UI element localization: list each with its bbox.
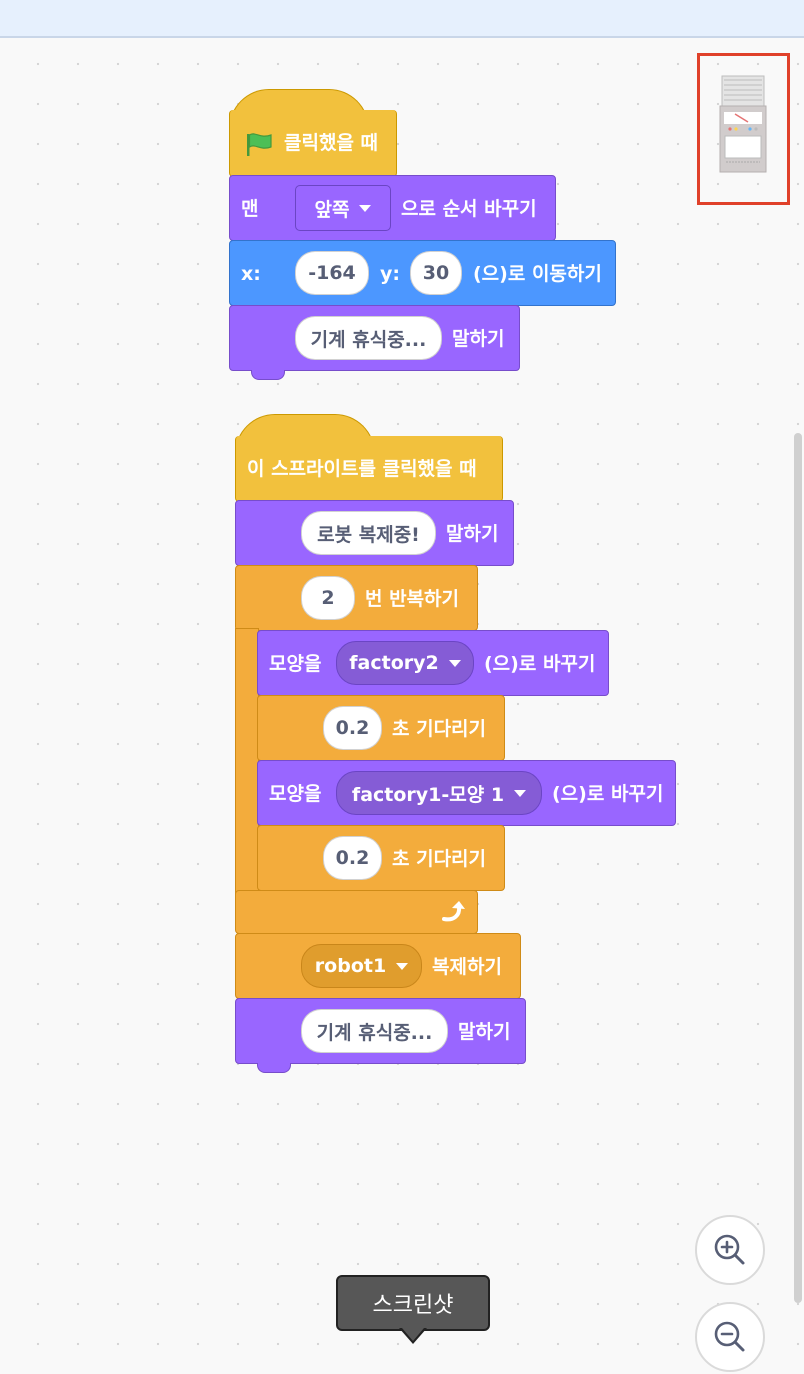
goto-suffix-label: (으)로 이동하기 (473, 263, 602, 285)
costume-dropdown[interactable]: factory1-모양 1 (336, 771, 542, 815)
tooltip-text: 스크린샷 (372, 1293, 454, 1318)
wait-seconds-input[interactable]: 0.2 (323, 706, 382, 750)
workspace-scrollbar[interactable] (794, 433, 802, 1303)
costume-prefix-label: 모양을 (269, 653, 322, 675)
green-flag-icon (247, 133, 272, 156)
front-suffix-label: 으로 순서 바꾸기 (401, 198, 537, 220)
say-suffix-label: 말하기 (458, 1021, 511, 1043)
repeat-block[interactable]: 2 번 반복하기 (235, 565, 478, 631)
y-input[interactable]: 30 (410, 251, 462, 295)
costume-suffix-label: (으)로 바꾸기 (552, 783, 664, 805)
when-flag-clicked-block[interactable]: 클릭했을 때 (229, 110, 397, 177)
say-text-input[interactable]: 로봇 복제중! (301, 511, 436, 555)
repeat-count-input[interactable]: 2 (301, 576, 355, 620)
zoom-in-icon (714, 1234, 745, 1265)
clone-target-text: robot1 (314, 955, 387, 977)
when-sprite-clicked-block[interactable]: 이 스프라이트를 클릭했을 때 (235, 436, 503, 502)
repeat-arm (235, 628, 259, 902)
costume-option-text: factory2 (349, 652, 439, 674)
block-notch (257, 1063, 291, 1073)
chevron-down-icon (448, 659, 461, 667)
zoom-out-button[interactable] (695, 1302, 765, 1372)
tooltip-arrow-inner (402, 1328, 424, 1341)
say-block[interactable]: 기계 휴식중... 말하기 (235, 998, 526, 1064)
repeat-bottom (235, 890, 478, 934)
say-suffix-label: 말하기 (452, 328, 505, 350)
x-input[interactable]: -164 (295, 251, 369, 295)
front-back-dropdown[interactable]: 앞쪽 (295, 185, 391, 231)
zoom-in-button[interactable] (695, 1215, 765, 1285)
clone-target-dropdown[interactable]: robot1 (301, 944, 422, 988)
say-block[interactable]: 기계 휴식중... 말하기 (229, 305, 520, 371)
chevron-down-icon (396, 962, 409, 970)
create-clone-block[interactable]: robot1 복제하기 (235, 933, 521, 999)
chevron-down-icon (514, 789, 527, 797)
go-to-xy-block[interactable]: x: -164 y: 30 (으)로 이동하기 (229, 240, 616, 306)
go-to-front-block[interactable]: 맨 앞쪽 으로 순서 바꾸기 (229, 175, 556, 241)
costume-prefix-label: 모양을 (269, 783, 322, 805)
wait-block[interactable]: 0.2 초 기다리기 (257, 825, 505, 891)
say-text-input[interactable]: 기계 휴식중... (295, 316, 442, 360)
say-text-input[interactable]: 기계 휴식중... (301, 1009, 448, 1053)
say-suffix-label: 말하기 (446, 523, 499, 545)
wait-suffix-label: 초 기다리기 (392, 718, 487, 740)
block-notch (251, 370, 285, 380)
wait-block[interactable]: 0.2 초 기다리기 (257, 695, 505, 761)
y-label: y: (380, 263, 400, 285)
clone-suffix-label: 복제하기 (432, 956, 502, 978)
wait-suffix-label: 초 기다리기 (392, 848, 487, 870)
say-block[interactable]: 로봇 복제중! 말하기 (235, 500, 514, 566)
x-label: x: (241, 263, 261, 285)
zoom-out-icon (714, 1321, 745, 1352)
loop-arrow-icon (442, 901, 465, 922)
hat-label: 클릭했을 때 (284, 132, 379, 154)
top-bar (0, 0, 804, 38)
front-option-text: 앞쪽 (314, 198, 350, 221)
sprite-thumbnail[interactable] (697, 53, 790, 205)
costume-dropdown[interactable]: factory2 (336, 641, 474, 685)
factory-sprite-icon (719, 75, 767, 173)
switch-costume-block[interactable]: 모양을 factory1-모양 1 (으)로 바꾸기 (257, 760, 676, 826)
costume-option-text: factory1-모양 1 (351, 783, 505, 806)
screenshot-tooltip: 스크린샷 (336, 1275, 490, 1331)
hat-label: 이 스프라이트를 클릭했을 때 (247, 458, 477, 480)
front-prefix-label: 맨 (241, 198, 259, 220)
repeat-suffix-label: 번 반복하기 (365, 588, 460, 610)
wait-seconds-input[interactable]: 0.2 (323, 836, 382, 880)
switch-costume-block[interactable]: 모양을 factory2 (으)로 바꾸기 (257, 630, 609, 696)
chevron-down-icon (359, 204, 372, 212)
costume-suffix-label: (으)로 바꾸기 (484, 653, 596, 675)
